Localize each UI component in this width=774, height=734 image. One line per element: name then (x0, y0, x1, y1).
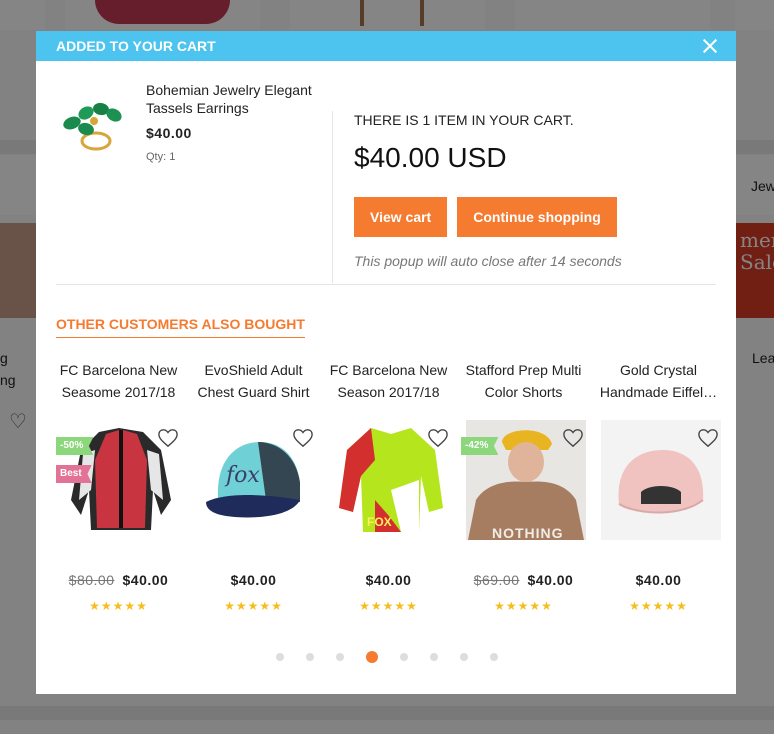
modal-title: ADDED TO YOUR CART (56, 38, 216, 54)
also-bought-carousel: FC Barcelona New Seasome 2017/18 -50% Be… (56, 359, 731, 629)
pagination-dot[interactable] (276, 653, 284, 661)
hoodie-print-text: NOTHING (492, 525, 564, 540)
heart-icon[interactable] (697, 428, 719, 448)
heart-icon[interactable] (157, 428, 179, 448)
product-card[interactable]: Stafford Prep Multi Color Shorts NOTHING… (461, 359, 586, 629)
continue-shopping-button[interactable]: Continue shopping (457, 197, 617, 237)
cart-actions: View cart Continue shopping (354, 197, 714, 237)
old-price: $80.00 (68, 572, 115, 588)
product-price: $40.00 (596, 572, 721, 588)
cart-product-info: Bohemian Jewelry Elegant Tassels Earring… (146, 81, 326, 163)
star-rating: ★★★★★ (629, 599, 688, 613)
old-price: $69.00 (473, 572, 520, 588)
star-rating: ★★★★★ (359, 599, 418, 613)
product-card[interactable]: Gold Crystal Handmade Eiffel… $40.00 ★★★… (596, 359, 721, 629)
current-price: $40.00 (635, 572, 682, 588)
current-price: $40.00 (122, 572, 169, 588)
added-to-cart-modal: ADDED TO YOUR CART Bohemian Jewelry Eleg… (36, 31, 736, 694)
heart-icon[interactable] (292, 428, 314, 448)
vertical-divider (332, 111, 333, 283)
jersey-logo-text: FOX (367, 515, 392, 529)
current-price: $40.00 (365, 572, 412, 588)
product-card[interactable]: FC Barcelona New Seasome 2017/18 -50% Be… (56, 359, 181, 629)
cart-summary: THERE IS 1 ITEM IN YOUR CART. $40.00 USD… (354, 112, 714, 269)
discount-badge: -42% (461, 437, 499, 455)
star-rating: ★★★★★ (89, 599, 148, 613)
cart-product-qty: Qty: 1 (146, 151, 176, 163)
product-name[interactable]: Gold Crystal Handmade Eiffel… (596, 359, 721, 403)
pagination-dot[interactable] (306, 653, 314, 661)
earrings-thumbnail (56, 91, 126, 161)
cart-total: $40.00 USD (354, 142, 507, 173)
auto-close-notice: This popup will auto close after 14 seco… (354, 253, 622, 269)
heart-icon[interactable] (562, 428, 584, 448)
current-price: $40.00 (527, 572, 574, 588)
discount-badge: -50% (56, 437, 94, 455)
product-card[interactable]: FC Barcelona New Season 2017/18 FOX $40.… (326, 359, 451, 629)
heart-icon[interactable] (427, 428, 449, 448)
cart-product-price: $40.00 (146, 125, 192, 141)
product-name[interactable]: Stafford Prep Multi Color Shorts (461, 359, 586, 403)
star-rating: ★★★★★ (494, 599, 553, 613)
horizontal-divider (56, 284, 716, 285)
close-icon[interactable] (702, 38, 718, 54)
pagination-dot[interactable] (460, 653, 468, 661)
product-price: $69.00 $40.00 (461, 572, 586, 588)
pagination-dot[interactable] (400, 653, 408, 661)
product-card[interactable]: EvoShield Adult Chest Guard Shirt fox $4… (191, 359, 316, 629)
cart-item-count: THERE IS 1 ITEM IN YOUR CART. (354, 112, 574, 128)
product-price: $40.00 (326, 572, 451, 588)
product-price: $80.00 $40.00 (56, 572, 181, 588)
pagination-dot-active[interactable] (366, 651, 378, 663)
cap-logo-text: fox (224, 463, 260, 488)
pagination-dot[interactable] (336, 653, 344, 661)
view-cart-button[interactable]: View cart (354, 197, 448, 237)
bestseller-badge: Best (56, 465, 92, 483)
modal-header: ADDED TO YOUR CART (36, 31, 736, 61)
product-name[interactable]: FC Barcelona New Seasome 2017/18 (56, 359, 181, 403)
also-bought-title: OTHER CUSTOMERS ALSO BOUGHT (56, 316, 305, 338)
current-price: $40.00 (230, 572, 277, 588)
star-rating: ★★★★★ (224, 599, 283, 613)
cart-product-name[interactable]: Bohemian Jewelry Elegant Tassels Earring… (146, 81, 326, 117)
pagination-dot[interactable] (490, 653, 498, 661)
carousel-pagination (276, 651, 498, 663)
cart-section: Bohemian Jewelry Elegant Tassels Earring… (36, 61, 736, 284)
product-price: $40.00 (191, 572, 316, 588)
product-name[interactable]: FC Barcelona New Season 2017/18 (326, 359, 451, 403)
product-name[interactable]: EvoShield Adult Chest Guard Shirt (191, 359, 316, 403)
pagination-dot[interactable] (430, 653, 438, 661)
